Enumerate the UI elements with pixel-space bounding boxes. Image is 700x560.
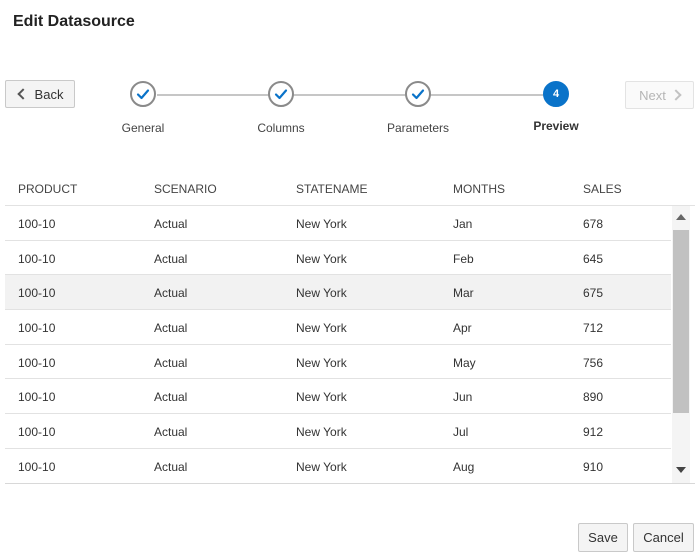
step-parameters-label[interactable]: Parameters [387,121,449,135]
step-columns-label[interactable]: Columns [257,121,304,135]
cell-scenario: Actual [154,459,188,474]
table-vertical-scrollbar[interactable] [672,206,690,483]
cell-sales: 912 [583,425,604,440]
chevron-right-icon [670,89,682,101]
cell-statename: New York [296,321,347,336]
table-row[interactable]: 100-10 Actual New York Jul 912 [5,414,671,449]
cell-product: 100-10 [18,286,56,301]
cell-product: 100-10 [18,251,56,266]
table-body[interactable]: 100-10 Actual New York Jan 678 100-10 Ac… [5,206,695,483]
cell-sales: 678 [583,217,604,231]
table-row[interactable]: 100-10 Actual New York Aug 910 [5,449,671,483]
cell-product: 100-10 [18,321,56,336]
back-button-label: Back [34,86,64,102]
scrollbar-thumb[interactable] [673,230,689,413]
cell-sales: 756 [583,355,604,370]
checkmark-icon [136,89,150,100]
cell-statename: New York [296,425,347,440]
cell-scenario: Actual [154,321,188,336]
cell-months: Mar [453,286,474,301]
cell-product: 100-10 [18,217,56,231]
cell-months: Jul [453,425,469,440]
step-columns-indicator[interactable] [268,81,294,107]
cell-scenario: Actual [154,390,188,405]
cell-scenario: Actual [154,251,188,266]
table-row[interactable]: 100-10 Actual New York Feb 645 [5,241,671,276]
cell-sales: 675 [583,286,604,301]
cell-months: Aug [453,459,475,474]
scroll-up-arrow-icon[interactable] [676,214,686,220]
step-general-indicator[interactable] [130,81,156,107]
cell-product: 100-10 [18,425,56,440]
cell-sales: 645 [583,251,604,266]
cell-sales: 910 [583,459,604,474]
cell-product: 100-10 [18,355,56,370]
column-header-sales[interactable]: SALES [583,182,622,196]
preview-table: PRODUCT SCENARIO STATENAME MONTHS SALES … [5,173,695,484]
cell-product: 100-10 [18,459,56,474]
table-row[interactable]: 100-10 Actual New York Jun 890 [5,379,671,415]
cell-months: Jun [453,390,473,405]
cell-statename: New York [296,355,347,370]
cell-scenario: Actual [154,217,188,231]
cell-scenario: Actual [154,286,188,301]
checkmark-icon [274,89,288,100]
cell-months: Jan [453,217,473,231]
train-connector [157,94,557,96]
scroll-down-arrow-icon[interactable] [676,467,686,473]
column-header-scenario[interactable]: SCENARIO [154,182,217,196]
table-row[interactable]: 100-10 Actual New York Apr 712 [5,310,671,345]
cell-sales: 890 [583,390,604,405]
column-header-product[interactable]: PRODUCT [18,182,77,196]
cell-months: Apr [453,321,472,336]
dialog-title: Edit Datasource [13,13,135,30]
table-row[interactable]: 100-10 Actual New York Mar 675 [5,275,671,311]
table-row[interactable]: 100-10 Actual New York Jan 678 [5,206,671,241]
cancel-button[interactable]: Cancel [633,523,694,552]
table-header: PRODUCT SCENARIO STATENAME MONTHS SALES [5,173,695,206]
next-button[interactable]: Next [625,81,694,109]
cell-statename: New York [296,390,347,405]
save-button[interactable]: Save [578,523,628,552]
column-header-months[interactable]: MONTHS [453,182,505,196]
step-preview-label[interactable]: Preview [533,119,578,133]
step-general-label[interactable]: General [122,121,165,135]
step-preview-indicator[interactable]: 4 [543,81,569,107]
chevron-left-icon [16,88,29,100]
next-button-label: Next [639,87,666,103]
cell-statename: New York [296,217,347,231]
table-row[interactable]: 100-10 Actual New York May 756 [5,345,671,380]
table-bottom-border [5,483,695,484]
column-header-statename[interactable]: STATENAME [296,182,368,196]
cell-months: Feb [453,251,474,266]
cell-scenario: Actual [154,425,188,440]
cell-product: 100-10 [18,390,56,405]
back-button[interactable]: Back [5,80,75,108]
cell-statename: New York [296,459,347,474]
checkmark-icon [411,89,425,100]
step-preview-number: 4 [552,88,560,100]
cell-statename: New York [296,251,347,266]
cell-scenario: Actual [154,355,188,370]
step-parameters-indicator[interactable] [405,81,431,107]
cell-statename: New York [296,286,347,301]
cell-sales: 712 [583,321,604,336]
cell-months: May [453,355,476,370]
